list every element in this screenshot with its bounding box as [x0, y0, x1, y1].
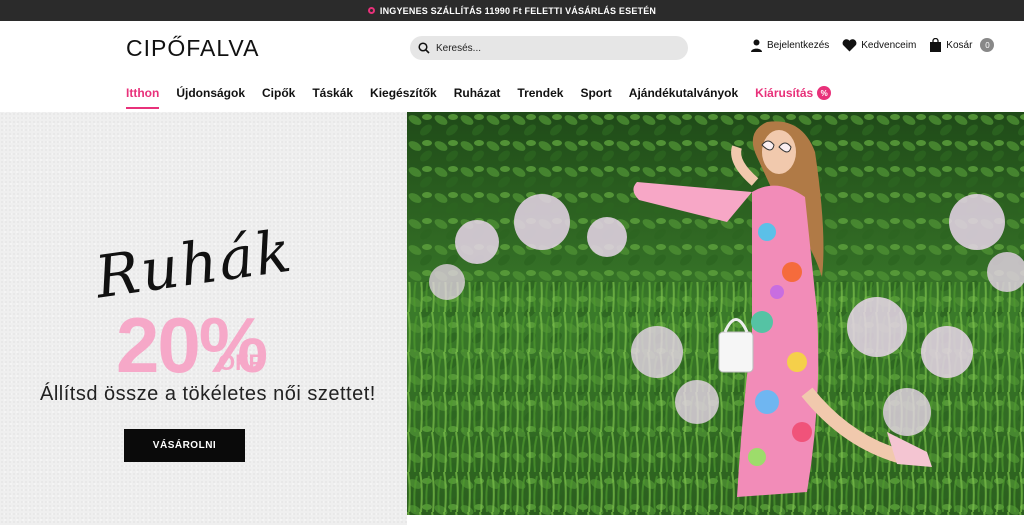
nav-item-home[interactable]: Itthon: [126, 86, 160, 109]
hero-tagline: Állítsd össze a tökéletes női szettet!: [40, 383, 376, 405]
nav-item-gift-cards[interactable]: Ajándékutalványok: [629, 86, 738, 106]
percent-icon: %: [817, 86, 832, 100]
hero-off-label: OFF: [218, 350, 262, 375]
hero-discount: 20%: [116, 301, 268, 389]
nav-item-accessories[interactable]: Kiegészítők: [370, 86, 437, 106]
cart-label: Kosár: [946, 39, 973, 51]
nav-item-sport[interactable]: Sport: [580, 86, 611, 106]
site-header: CIPŐFALVA Bejelentkezés Kedvenceim: [0, 21, 1024, 77]
user-icon: [751, 39, 762, 52]
login-link[interactable]: Bejelentkezés: [750, 39, 829, 52]
promo-topbar: INGYENES SZÁLLÍTÁS 11990 Ft FELETTI VÁSÁ…: [0, 0, 1024, 21]
nav-item-new[interactable]: Újdonságok: [176, 86, 245, 106]
shopping-bag-icon: [930, 38, 942, 52]
cart-count-badge: 0: [980, 38, 995, 52]
favorites-label: Kedvenceim: [861, 39, 917, 51]
cart-link[interactable]: Kosár 0: [929, 38, 995, 52]
search-icon: [418, 42, 430, 54]
promo-text: INGYENES SZÁLLÍTÁS 11990 Ft FELETTI VÁSÁ…: [379, 5, 657, 16]
nav-item-clothing[interactable]: Ruházat: [454, 86, 501, 106]
shop-now-button[interactable]: VÁSÁROLNI: [124, 429, 245, 462]
login-label: Bejelentkezés: [767, 39, 830, 51]
nav-item-bags[interactable]: Táskák: [312, 86, 353, 106]
heart-icon: [842, 38, 857, 51]
search-input[interactable]: [436, 42, 676, 54]
search-bar[interactable]: [410, 36, 688, 60]
nav-item-sale-label: Kiárusítás: [755, 86, 814, 100]
nav-item-sale[interactable]: Kiárusítás %: [755, 86, 832, 106]
promo-icon: [367, 7, 375, 14]
main-nav: Itthon Újdonságok Cipők Táskák Kiegészít…: [126, 86, 848, 109]
favorites-link[interactable]: Kedvenceim: [842, 38, 917, 52]
hero-bottom-strip: [407, 515, 1024, 525]
hero-promo-panel: Ruhák 20% OFF Állítsd össze a tökéletes …: [0, 112, 407, 525]
nav-item-shoes[interactable]: Cipők: [262, 86, 295, 106]
hero-script-title: Ruhák: [91, 216, 297, 312]
hero-photo-illustration: [407, 112, 1024, 515]
hero-image[interactable]: [407, 112, 1024, 515]
nav-item-trends[interactable]: Trendek: [517, 86, 563, 106]
site-logo[interactable]: CIPŐFALVA: [126, 35, 259, 62]
